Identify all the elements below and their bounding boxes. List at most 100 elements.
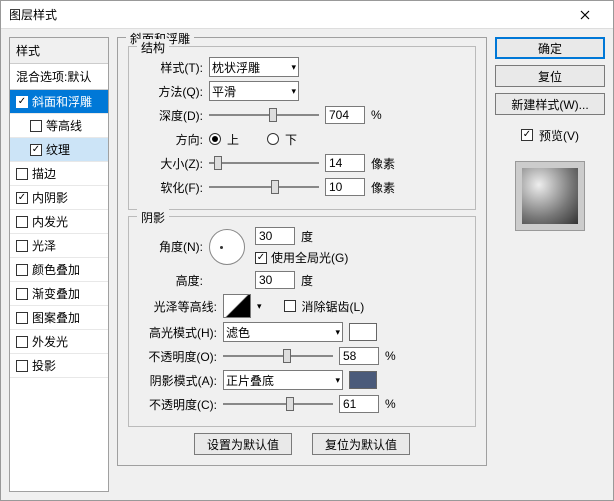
style-item-4[interactable]: 内阴影 [10, 186, 108, 210]
direction-label: 方向: [137, 131, 203, 148]
style-checkbox[interactable] [16, 288, 28, 300]
altitude-unit: 度 [301, 272, 327, 289]
shadow-opacity-input[interactable]: 61 [339, 395, 379, 413]
shadow-mode-select[interactable]: 正片叠底▾ [223, 370, 343, 390]
direction-down-radio[interactable] [267, 133, 279, 145]
style-checkbox[interactable] [16, 240, 28, 252]
global-light-checkbox[interactable] [255, 252, 267, 264]
style-item-6[interactable]: 光泽 [10, 234, 108, 258]
method-select[interactable]: 平滑▾ [209, 81, 299, 101]
size-slider[interactable] [209, 154, 319, 172]
angle-dial[interactable] [209, 229, 245, 265]
window-title: 图层样式 [9, 6, 565, 23]
size-unit: 像素 [371, 155, 397, 172]
angle-label: 角度(N): [137, 238, 203, 255]
style-item-label: 渐变叠加 [32, 285, 80, 302]
new-style-button[interactable]: 新建样式(W)... [495, 93, 605, 115]
preview-label: 预览(V) [539, 127, 579, 144]
shading-legend: 阴影 [137, 209, 169, 226]
preview-thumbnail [515, 161, 585, 231]
method-label: 方法(Q): [137, 83, 203, 100]
style-item-label: 内发光 [32, 213, 68, 230]
reset-default-button[interactable]: 复位为默认值 [312, 433, 410, 455]
style-checkbox[interactable] [16, 360, 28, 372]
close-button[interactable] [565, 1, 605, 29]
style-item-label: 光泽 [32, 237, 56, 254]
style-item-7[interactable]: 颜色叠加 [10, 258, 108, 282]
direction-up-radio[interactable] [209, 133, 221, 145]
layer-style-dialog: 图层样式 样式 混合选项:默认 斜面和浮雕等高线纹理描边内阴影内发光光泽颜色叠加… [0, 0, 614, 501]
highlight-opacity-label: 不透明度(O): [137, 348, 217, 365]
size-label: 大小(Z): [137, 155, 203, 172]
style-item-1[interactable]: 等高线 [10, 114, 108, 138]
style-item-label: 图案叠加 [32, 309, 80, 326]
style-checkbox[interactable] [30, 120, 42, 132]
highlight-opacity-slider[interactable] [223, 347, 333, 365]
preview-checkbox[interactable] [521, 129, 533, 141]
styles-list: 样式 混合选项:默认 斜面和浮雕等高线纹理描边内阴影内发光光泽颜色叠加渐变叠加图… [9, 37, 109, 492]
titlebar: 图层样式 [1, 1, 613, 29]
size-input[interactable]: 14 [325, 154, 365, 172]
style-checkbox[interactable] [16, 336, 28, 348]
chevron-down-icon: ▾ [291, 86, 296, 97]
structure-group: 结构 样式(T): 枕状浮雕▾ 方法(Q): 平滑▾ 深 [128, 46, 476, 210]
shading-group: 阴影 角度(N): 30 度 使用全局光(G) [128, 216, 476, 427]
style-item-label: 斜面和浮雕 [32, 93, 92, 110]
style-checkbox[interactable] [16, 168, 28, 180]
style-item-0[interactable]: 斜面和浮雕 [10, 90, 108, 114]
style-checkbox[interactable] [16, 264, 28, 276]
make-default-button[interactable]: 设置为默认值 [194, 433, 292, 455]
style-item-label: 内阴影 [32, 189, 68, 206]
style-checkbox[interactable] [16, 192, 28, 204]
direction-down-label: 下 [285, 131, 297, 148]
gloss-contour-label: 光泽等高线: [137, 298, 217, 315]
style-item-10[interactable]: 外发光 [10, 330, 108, 354]
highlight-opacity-input[interactable]: 58 [339, 347, 379, 365]
style-checkbox[interactable] [16, 96, 28, 108]
global-light-label: 使用全局光(G) [271, 249, 348, 266]
depth-slider[interactable] [209, 106, 319, 124]
style-item-5[interactable]: 内发光 [10, 210, 108, 234]
highlight-mode-label: 高光模式(H): [137, 324, 217, 341]
style-checkbox[interactable] [16, 312, 28, 324]
highlight-opacity-unit: % [385, 349, 411, 363]
style-checkbox[interactable] [30, 144, 42, 156]
angle-input[interactable]: 30 [255, 227, 295, 245]
style-select[interactable]: 枕状浮雕▾ [209, 57, 299, 77]
ok-button[interactable]: 确定 [495, 37, 605, 59]
altitude-input[interactable]: 30 [255, 271, 295, 289]
direction-up-label: 上 [227, 131, 239, 148]
soften-input[interactable]: 10 [325, 178, 365, 196]
blend-options-default[interactable]: 混合选项:默认 [10, 64, 108, 90]
styles-header: 样式 [10, 38, 108, 64]
cancel-button[interactable]: 复位 [495, 65, 605, 87]
antialias-checkbox[interactable] [284, 300, 296, 312]
chevron-down-icon[interactable]: ▾ [257, 301, 262, 312]
close-icon [580, 10, 590, 20]
style-item-11[interactable]: 投影 [10, 354, 108, 378]
style-checkbox[interactable] [16, 216, 28, 228]
soften-slider[interactable] [209, 178, 319, 196]
style-item-label: 等高线 [46, 117, 82, 134]
style-item-3[interactable]: 描边 [10, 162, 108, 186]
highlight-color-swatch[interactable] [349, 323, 377, 341]
highlight-mode-select[interactable]: 滤色▾ [223, 322, 343, 342]
shadow-opacity-label: 不透明度(C): [137, 396, 217, 413]
chevron-down-icon: ▾ [291, 62, 296, 73]
style-item-label: 描边 [32, 165, 56, 182]
depth-input[interactable]: 704 [325, 106, 365, 124]
soften-label: 软化(F): [137, 179, 203, 196]
gloss-contour-picker[interactable] [223, 294, 251, 318]
settings-panel: 斜面和浮雕 结构 样式(T): 枕状浮雕▾ 方法(Q): 平滑▾ [117, 37, 487, 492]
shadow-opacity-unit: % [385, 397, 411, 411]
shadow-mode-label: 阴影模式(A): [137, 372, 217, 389]
right-column: 确定 复位 新建样式(W)... 预览(V) [495, 37, 605, 492]
shadow-color-swatch[interactable] [349, 371, 377, 389]
style-item-9[interactable]: 图案叠加 [10, 306, 108, 330]
altitude-label: 高度: [137, 272, 203, 289]
bevel-groupbox: 斜面和浮雕 结构 样式(T): 枕状浮雕▾ 方法(Q): 平滑▾ [117, 37, 487, 466]
style-item-2[interactable]: 纹理 [10, 138, 108, 162]
structure-legend: 结构 [137, 39, 169, 56]
style-item-8[interactable]: 渐变叠加 [10, 282, 108, 306]
shadow-opacity-slider[interactable] [223, 395, 333, 413]
